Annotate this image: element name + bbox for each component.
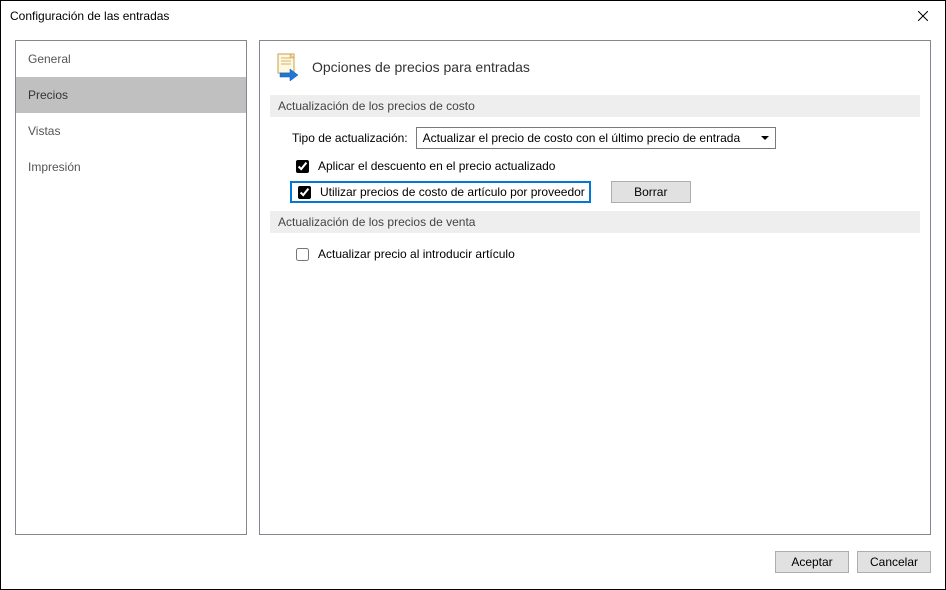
page-title: Opciones de precios para entradas: [312, 59, 530, 75]
update-type-value: Actualizar el precio de costo con el últ…: [423, 131, 741, 145]
sidebar-item-precios[interactable]: Precios: [16, 77, 246, 113]
cancel-button[interactable]: Cancelar: [857, 551, 931, 573]
update-on-insert-checkbox[interactable]: [296, 248, 309, 261]
apply-discount-checkbox[interactable]: [296, 160, 309, 173]
page-header: Opciones de precios para entradas: [274, 53, 920, 81]
titlebar: Configuración de las entradas: [1, 1, 945, 31]
section-cost-title: Actualización de los precios de costo: [270, 95, 920, 117]
content-area: General Precios Vistas Impresión Opcione…: [1, 31, 945, 544]
update-type-label: Tipo de actualización:: [292, 131, 408, 145]
use-supplier-cost-checkbox[interactable]: [298, 186, 311, 199]
sidebar-item-vistas[interactable]: Vistas: [16, 113, 246, 149]
accept-button[interactable]: Aceptar: [775, 551, 849, 573]
sidebar-item-impresion[interactable]: Impresión: [16, 149, 246, 185]
use-supplier-cost-label: Utilizar precios de costo de artículo po…: [320, 185, 585, 199]
apply-discount-label: Aplicar el descuento en el precio actual…: [318, 159, 555, 173]
update-on-insert-label: Actualizar precio al introducir artículo: [318, 247, 515, 261]
window-title: Configuración de las entradas: [10, 9, 169, 23]
sidebar-item-general[interactable]: General: [16, 41, 246, 77]
close-button[interactable]: [901, 1, 945, 31]
clear-button[interactable]: Borrar: [611, 181, 691, 203]
update-type-select[interactable]: Actualizar el precio de costo con el últ…: [416, 127, 776, 149]
close-icon: [918, 11, 928, 21]
main-panel: Opciones de precios para entradas Actual…: [259, 40, 931, 535]
sidebar: General Precios Vistas Impresión: [15, 40, 247, 535]
section-sale-title: Actualización de los precios de venta: [270, 211, 920, 233]
document-arrow-icon: [274, 53, 302, 81]
footer: Aceptar Cancelar: [1, 544, 945, 580]
